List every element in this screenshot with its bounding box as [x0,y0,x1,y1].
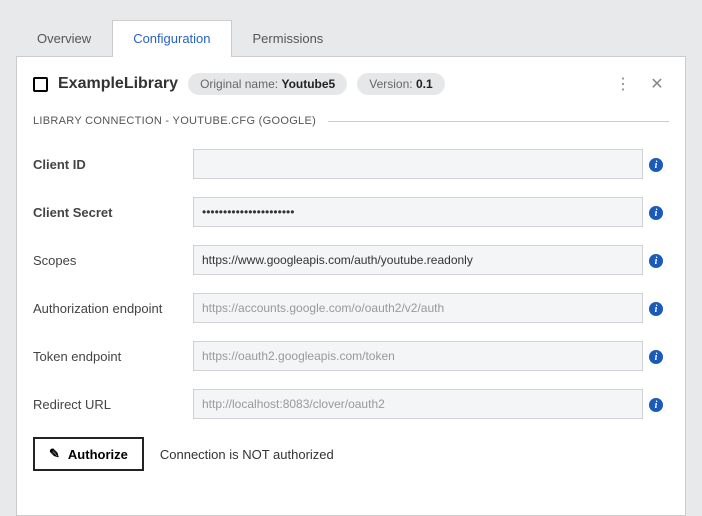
input-client-id[interactable] [193,149,643,179]
row-auth-endpoint: Authorization endpoint i [33,293,669,323]
info-client-secret[interactable]: i [643,204,669,221]
info-redirect-url[interactable]: i [643,396,669,413]
panel-header: ExampleLibrary Original name: Youtube5 V… [33,73,669,95]
info-icon: i [649,302,663,316]
section-divider [328,121,669,122]
version-pill: Version: 0.1 [357,73,444,95]
row-token-endpoint: Token endpoint i [33,341,669,371]
row-client-secret: Client Secret i [33,197,669,227]
info-icon: i [649,350,663,364]
original-name-pill: Original name: Youtube5 [188,73,347,95]
row-scopes: Scopes i [33,245,669,275]
input-token-endpoint[interactable] [193,341,643,371]
tab-bar: Overview Configuration Permissions [0,0,702,57]
authorize-status: Connection is NOT authorized [160,447,334,462]
info-token-endpoint[interactable]: i [643,348,669,365]
label-redirect-url: Redirect URL [33,397,193,412]
tab-configuration[interactable]: Configuration [112,20,231,57]
info-icon: i [649,158,663,172]
configuration-panel: ExampleLibrary Original name: Youtube5 V… [16,56,686,516]
label-client-secret: Client Secret [33,205,193,220]
tab-permissions[interactable]: Permissions [232,20,345,57]
label-token-endpoint: Token endpoint [33,349,193,364]
authorize-button-label: Authorize [68,447,128,462]
label-auth-endpoint: Authorization endpoint [33,301,193,316]
pencil-icon: ✎ [49,446,60,462]
authorize-button[interactable]: ✎ Authorize [33,437,144,471]
tab-overview[interactable]: Overview [16,20,112,57]
info-icon: i [649,254,663,268]
library-title: ExampleLibrary [58,75,178,93]
version-label: Version: [369,77,412,91]
input-redirect-url[interactable] [193,389,643,419]
label-client-id: Client ID [33,157,193,172]
label-scopes: Scopes [33,253,193,268]
section-title: LIBRARY CONNECTION - YOUTUBE.CFG (GOOGLE… [33,115,316,127]
original-name-value: Youtube5 [281,77,335,91]
version-value: 0.1 [416,77,433,91]
info-icon: i [649,398,663,412]
row-client-id: Client ID i [33,149,669,179]
info-scopes[interactable]: i [643,252,669,269]
original-name-label: Original name: [200,77,278,91]
info-icon: i [649,206,663,220]
close-icon[interactable]: ✕ [645,74,669,94]
section-header: LIBRARY CONNECTION - YOUTUBE.CFG (GOOGLE… [33,115,669,127]
more-menu-icon[interactable]: ⋮ [611,74,635,94]
info-auth-endpoint[interactable]: i [643,300,669,317]
authorize-row: ✎ Authorize Connection is NOT authorized [33,437,669,471]
input-client-secret[interactable] [193,197,643,227]
row-redirect-url: Redirect URL i [33,389,669,419]
library-icon [33,77,48,92]
info-client-id[interactable]: i [643,156,669,173]
input-scopes[interactable] [193,245,643,275]
input-auth-endpoint[interactable] [193,293,643,323]
